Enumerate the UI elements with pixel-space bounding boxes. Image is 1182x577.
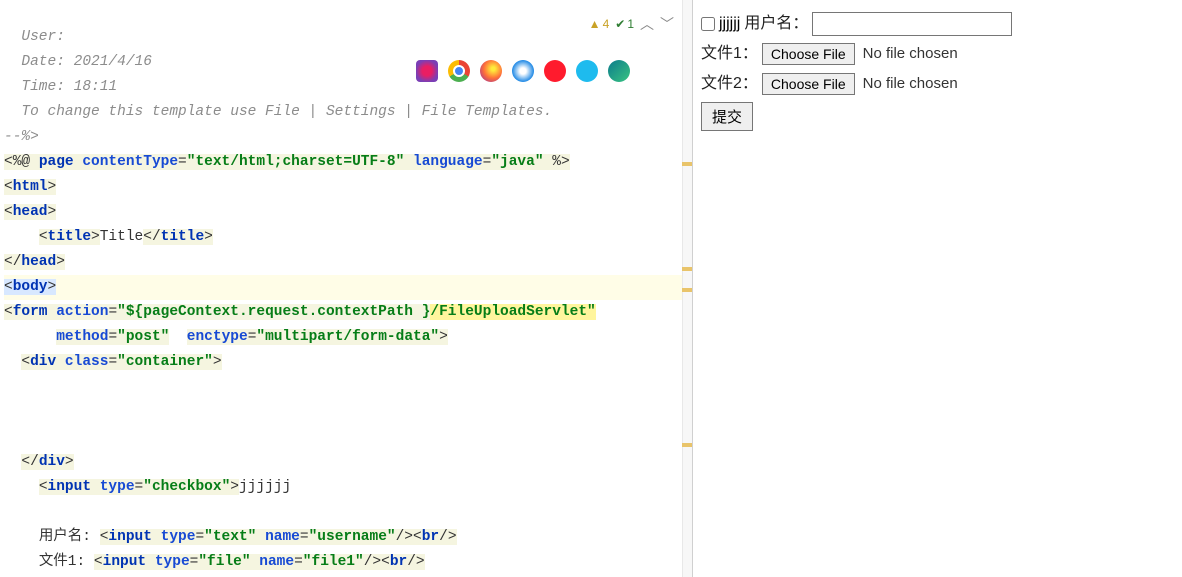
comment-time: Time: 18:11 — [21, 79, 117, 95]
username-input[interactable] — [812, 12, 1012, 36]
gutter-marker[interactable] — [682, 267, 692, 271]
browser-launch-toolbar — [412, 56, 634, 86]
ok-indicator[interactable]: ✔ 1 — [615, 17, 634, 31]
comment-template: To change this template use File | Setti… — [21, 104, 552, 120]
preview-checkbox-label: jjjjjj — [719, 10, 740, 38]
warning-indicator[interactable]: ▲ 4 — [589, 17, 610, 31]
intellij-icon[interactable] — [416, 60, 438, 82]
preview-username-label: 用户名： — [744, 10, 808, 38]
file2-choose-button[interactable]: Choose File — [762, 73, 855, 95]
chrome-icon[interactable] — [448, 60, 470, 82]
code-editor-pane: ▲ 4 ✔ 1 ︿ ﹀ User: Date: 2021/4/16 Time: … — [0, 0, 693, 577]
comment-user: User: — [21, 29, 73, 45]
preview-file2-label: 文件2： — [701, 70, 758, 98]
file2-status: No file chosen — [863, 70, 958, 98]
opera-icon[interactable] — [544, 60, 566, 82]
file1-choose-button[interactable]: Choose File — [762, 43, 855, 65]
inspection-toolbar: ▲ 4 ✔ 1 ︿ ﹀ — [587, 14, 676, 34]
gutter-marker[interactable] — [682, 443, 692, 447]
preview-checkbox[interactable] — [701, 17, 715, 31]
preview-pane: jjjjjj 用户名： 文件1： Choose File No file cho… — [693, 0, 1182, 577]
edge-icon[interactable] — [608, 60, 630, 82]
preview-submit-row: 提交 — [701, 100, 1174, 131]
preview-username-row: jjjjjj 用户名： — [701, 10, 1174, 38]
editor-gutter — [682, 0, 692, 577]
check-icon: ✔ — [615, 17, 625, 31]
gutter-marker[interactable] — [682, 162, 692, 166]
ok-count: 1 — [627, 17, 634, 31]
submit-button[interactable]: 提交 — [701, 102, 753, 131]
ie-icon[interactable] — [576, 60, 598, 82]
preview-file1-row: 文件1： Choose File No file chosen — [701, 40, 1174, 68]
warning-count: 4 — [603, 17, 610, 31]
next-issue-icon[interactable]: ﹀ — [660, 14, 674, 34]
warning-icon: ▲ — [589, 17, 601, 31]
code-content[interactable]: User: Date: 2021/4/16 Time: 18:11 To cha… — [0, 0, 692, 577]
comment-close: --%> — [4, 129, 39, 145]
firefox-icon[interactable] — [480, 60, 502, 82]
file1-status: No file chosen — [863, 40, 958, 68]
preview-file1-label: 文件1： — [701, 40, 758, 68]
gutter-marker[interactable] — [682, 288, 692, 292]
safari-icon[interactable] — [512, 60, 534, 82]
prev-issue-icon[interactable]: ︿ — [640, 14, 654, 34]
preview-file2-row: 文件2： Choose File No file chosen — [701, 70, 1174, 98]
comment-date: Date: 2021/4/16 — [21, 54, 152, 70]
